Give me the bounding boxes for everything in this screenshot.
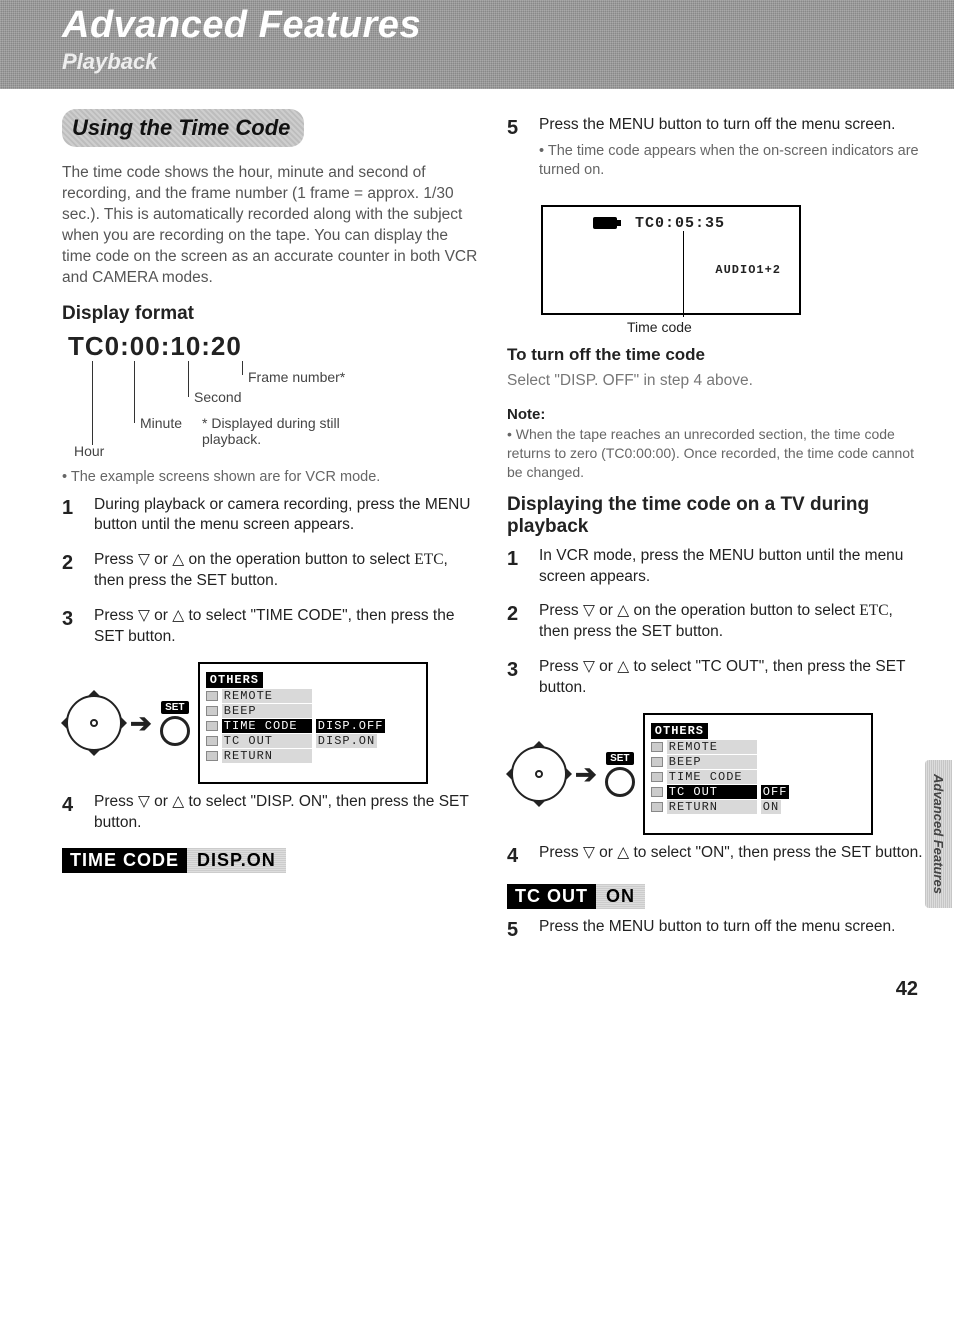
turnoff-text: Select "DISP. OFF" in step 4 above. [507,371,924,392]
left-step-4: Press or to select "DISP. ON", then pres… [94,792,479,834]
set-label: SET [606,752,633,765]
down-icon [138,793,150,810]
right-step-5-note: • The time code appears when the on-scre… [539,142,924,181]
set-label: SET [161,701,188,714]
page-header: Advanced Features Playback [0,0,954,89]
second-label: Second [194,389,241,405]
display-format-heading: Display format [62,303,479,325]
tv-step-3: Press or to select "TC OUT", then press … [539,657,924,699]
timecode-screen: TC0:05:35 AUDIO1+2 [541,205,801,315]
up-icon [617,658,629,675]
header-title: Advanced Features [62,4,934,47]
left-step-3: Press or to select "TIME CODE", then pre… [94,606,479,648]
timecode-value: TC0:05:35 [635,215,725,232]
down-icon [138,607,150,624]
up-icon [617,844,629,861]
set-button-icon [605,767,635,797]
tv-step-4: Press or to select "ON", then press the … [539,843,924,870]
right-column: 5 Press the MENU button to turn off the … [507,107,924,958]
up-icon [172,793,184,810]
up-icon [172,607,184,624]
left-step-2: Press or on the operation button to sele… [94,550,479,592]
up-icon [172,551,184,568]
timecode-diagram: TC0:00:10:20 Frame number* Second Minute… [62,331,479,461]
nav-wheel-icon [66,695,122,751]
page-number: 42 [0,978,954,1021]
frame-note: * Displayed during still playback. [202,415,382,447]
osd-screen-1: OTHERS REMOTE BEEP TIME CODEDISP.OFF TC … [198,662,428,784]
right-step-5: Press the MENU button to turn off the me… [539,115,924,136]
down-icon [583,658,595,675]
osd-illustration-1: ➔ SET OTHERS REMOTE BEEP TIME CODEDISP.O… [66,662,479,784]
frame-label: Frame number* [248,369,345,385]
header-subtitle: Playback [62,49,934,75]
note-heading: Note: [507,406,924,423]
timecode-bar: TIME CODE DISP.ON [62,848,479,873]
tv-step-1: In VCR mode, press the MENU button until… [539,546,924,588]
down-icon [138,551,150,568]
battery-icon [593,217,617,229]
down-icon [583,844,595,861]
nav-wheel-icon [511,746,567,802]
vcr-note: • The example screens shown are for VCR … [62,469,479,485]
section-tag: Using the Time Code [62,109,304,147]
minute-label: Minute [140,415,182,431]
side-tab: Advanced Features [925,760,952,908]
left-step-1: During playback or camera recording, pre… [94,495,479,537]
down-icon [583,602,595,619]
hour-label: Hour [74,443,104,459]
tv-step-5: Press the MENU button to turn off the me… [539,917,924,944]
tv-step-2: Press or on the operation button to sele… [539,601,924,643]
timecode-example: TC0:00:10:20 [68,331,479,362]
set-button-icon [160,716,190,746]
tv-heading: Displaying the time code on a TV during … [507,494,924,538]
left-column: Using the Time Code The time code shows … [62,107,479,958]
osd-illustration-2: ➔ SET OTHERS REMOTE BEEP TIME CODE TC OU… [511,713,924,835]
timecode-caption: Time code [627,319,924,335]
note-text: • When the tape reaches an unrecorded se… [507,425,924,482]
up-icon [617,602,629,619]
osd-screen-2: OTHERS REMOTE BEEP TIME CODE TC OUTOFF R… [643,713,873,835]
intro-text: The time code shows the hour, minute and… [62,163,479,289]
turnoff-heading: To turn off the time code [507,345,924,365]
tcout-bar: TC OUT ON [507,884,924,909]
audio-label: AUDIO1+2 [715,263,781,277]
